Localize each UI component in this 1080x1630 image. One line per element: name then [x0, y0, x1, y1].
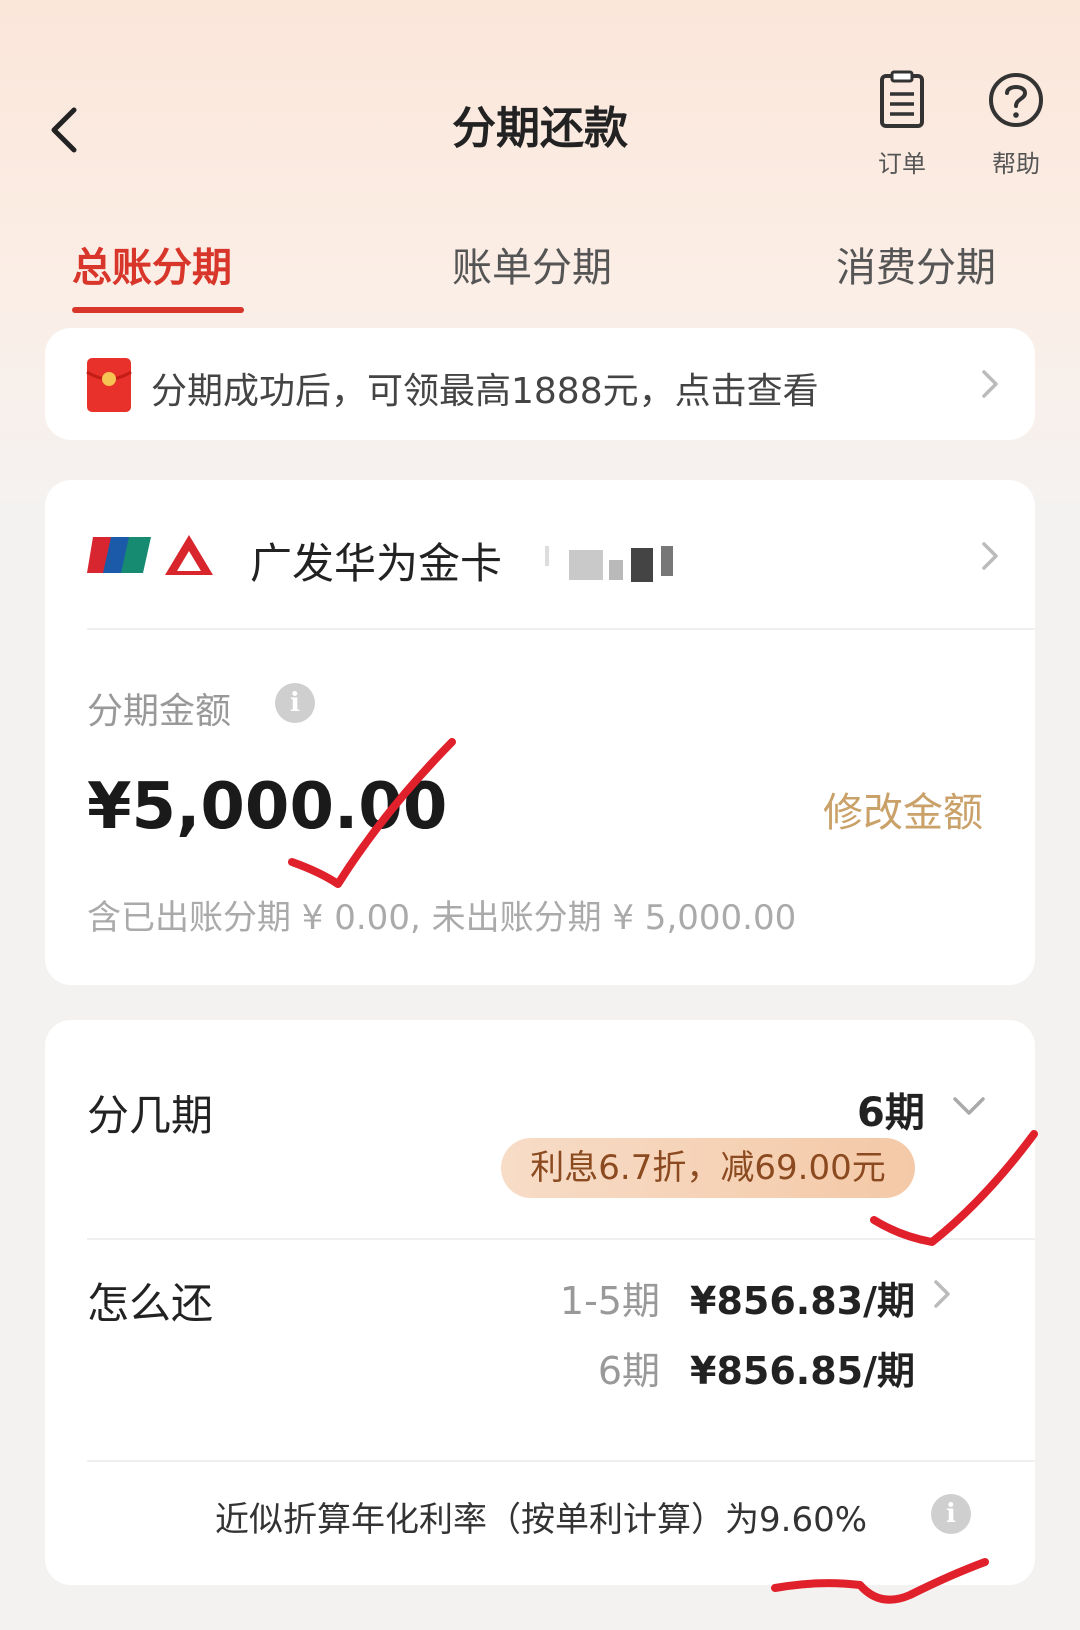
orders-list-icon	[880, 70, 924, 128]
tab-bill-installment[interactable]: 账单分期	[452, 235, 612, 293]
interest-discount-badge: 利息6.7折，减69.00元	[501, 1138, 915, 1198]
edit-amount-button[interactable]: 修改金额	[823, 780, 983, 838]
annual-rate-text: 近似折算年化利率（按单利计算）为9.60%	[215, 1500, 868, 1540]
question-mark-icon	[989, 73, 1043, 127]
info-icon[interactable]: i	[275, 683, 315, 723]
top-bar: 分期还款 订单 帮助	[0, 0, 1080, 210]
active-tab-indicator	[72, 307, 244, 313]
repayment-amount: ¥856.83/期	[690, 1279, 915, 1323]
chevron-right-icon	[982, 542, 998, 570]
masked-card-number	[545, 546, 673, 582]
amount-breakdown: 含已出账分期 ¥ 0.00, 未出账分期 ¥ 5,000.00	[87, 898, 797, 938]
amount-label: 分期金额	[87, 691, 232, 732]
repay-label: 怎么还	[87, 1279, 214, 1328]
repayment-schedule[interactable]: 1-5期 ¥856.83/期 6期 ¥856.85/期	[515, 1270, 955, 1430]
bank-logo-icon	[165, 535, 213, 575]
red-packet-icon	[86, 358, 132, 412]
help-label: 帮助	[992, 150, 1040, 178]
divider	[87, 628, 1035, 630]
repayment-amount: ¥856.85/期	[690, 1349, 915, 1393]
unionpay-logo-icon	[87, 537, 151, 573]
amount-card: 广发华为金卡 分期金额 i ¥5,000.00 修改金额 含已出账分期 ¥ 0.…	[45, 480, 1035, 985]
promo-text: 分期成功后，可领最高1888元，点击查看	[151, 371, 819, 412]
chevron-down-icon	[953, 1097, 985, 1115]
orders-button[interactable]: 订单	[862, 70, 942, 179]
plan-card: 分几期 6期 利息6.7折，减69.00元 怎么还 1-5期 ¥856.83/期…	[45, 1020, 1035, 1585]
help-button[interactable]: 帮助	[976, 70, 1056, 179]
repayment-periods: 6期	[597, 1349, 660, 1393]
divider	[87, 1238, 1035, 1240]
card-selector[interactable]: 广发华为金卡	[45, 480, 1035, 630]
promo-banner[interactable]: 分期成功后，可领最高1888元，点击查看	[45, 328, 1035, 440]
tab-bar: 总账分期 账单分期 消费分期	[0, 225, 1080, 315]
chevron-right-icon	[934, 1280, 950, 1308]
card-name: 广发华为金卡	[250, 539, 503, 588]
tab-purchase-installment[interactable]: 消费分期	[836, 235, 996, 293]
periods-label: 分几期	[87, 1091, 214, 1140]
installment-amount: ¥5,000.00	[87, 770, 448, 844]
chevron-right-icon	[982, 370, 998, 398]
info-icon[interactable]: i	[931, 1494, 971, 1534]
divider	[87, 1460, 1035, 1462]
orders-label: 订单	[878, 150, 926, 178]
periods-value: 6期	[857, 1090, 925, 1136]
periods-dropdown[interactable]: 6期	[815, 1075, 1015, 1136]
repayment-line: 1-5期 ¥856.83/期	[515, 1270, 915, 1326]
tab-total-installment[interactable]: 总账分期	[72, 235, 232, 293]
repayment-periods: 1-5期	[559, 1279, 660, 1323]
repayment-line: 6期 ¥856.85/期	[515, 1340, 915, 1396]
